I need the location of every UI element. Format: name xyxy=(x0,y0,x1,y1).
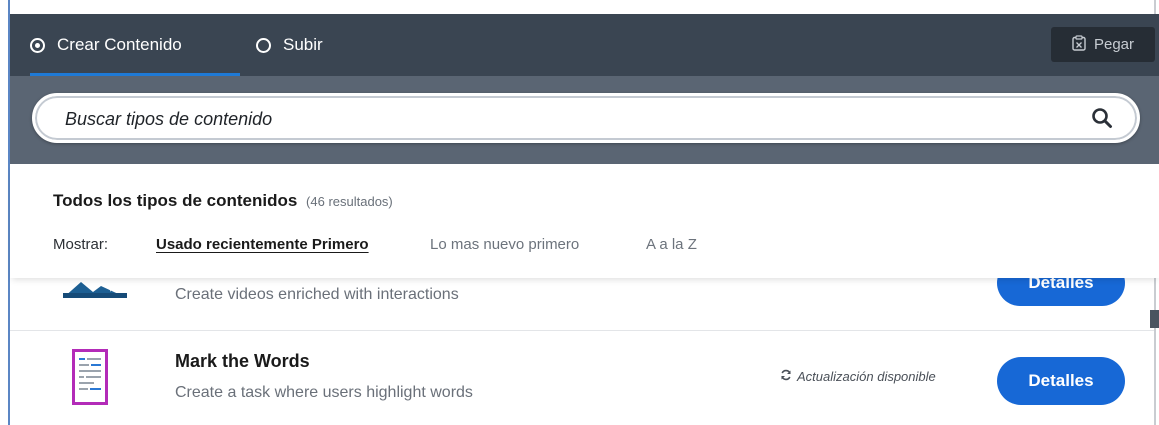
results-header: Todos los tipos de contenidos (46 result… xyxy=(10,164,1159,278)
radio-unselected-icon xyxy=(256,37,271,53)
show-label: Mostrar: xyxy=(53,236,109,253)
search-icon[interactable] xyxy=(1091,107,1113,134)
sort-newest-first[interactable]: Lo mas nuevo primero xyxy=(430,236,579,253)
interactive-video-icon xyxy=(63,278,127,303)
item-title: Mark the Words xyxy=(175,351,310,371)
tab-label: Subir xyxy=(283,35,323,54)
results-title: Todos los tipos de contenidos (46 result… xyxy=(53,191,393,211)
paste-label: Pegar xyxy=(1093,36,1135,53)
details-button[interactable]: Detalles xyxy=(997,357,1125,405)
results-count: (46 resultados) xyxy=(306,194,393,209)
clipboard-icon xyxy=(1072,34,1086,55)
sort-a-to-z[interactable]: A a la Z xyxy=(646,236,697,253)
refresh-icon xyxy=(780,369,792,384)
list-item[interactable]: Mark the Words Create a task where users… xyxy=(10,331,1154,425)
item-description: Create videos enriched with interactions xyxy=(175,286,459,303)
results-title-text: Todos los tipos de contenidos xyxy=(53,191,298,210)
search-box xyxy=(32,93,1140,143)
search-input[interactable] xyxy=(63,96,1067,142)
item-description: Create a task where users highlight word… xyxy=(175,384,473,401)
sort-recently-used[interactable]: Usado recientemente Primero xyxy=(156,236,369,253)
update-available[interactable]: Actualización disponible xyxy=(780,369,936,384)
update-label: Actualización disponible xyxy=(797,369,936,384)
tab-label: Crear Contenido xyxy=(57,35,182,54)
content-type-tabs: Crear Contenido Subir Pegar xyxy=(10,14,1159,76)
scrollbar-thumb[interactable] xyxy=(1150,310,1159,328)
paste-button[interactable]: Pegar xyxy=(1051,27,1155,62)
mark-the-words-icon xyxy=(72,349,108,410)
radio-selected-icon xyxy=(30,37,45,53)
tab-crear-contenido[interactable]: Crear Contenido xyxy=(30,14,240,76)
list-item[interactable]: Create videos enriched with interactions… xyxy=(10,260,1154,331)
search-area xyxy=(10,76,1159,164)
tab-subir[interactable]: Subir xyxy=(256,14,323,76)
